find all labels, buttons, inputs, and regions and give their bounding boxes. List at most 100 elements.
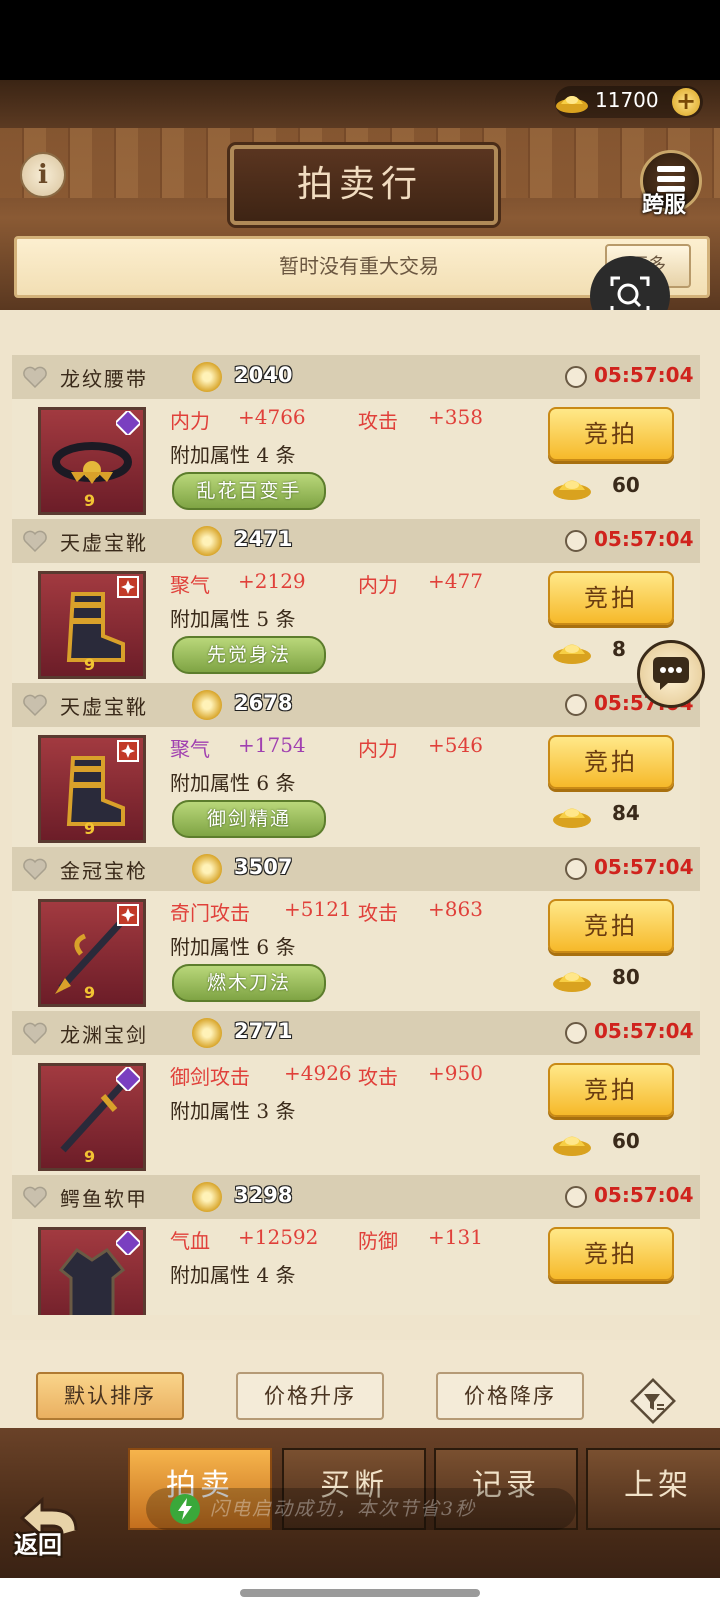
chat-bubble-icon: [653, 657, 689, 690]
clock-icon: [565, 366, 587, 388]
bid-cost: 60: [612, 473, 640, 497]
bid-cost: 60: [612, 1129, 640, 1153]
item-price: 2771: [234, 1019, 293, 1043]
item-header: 天虚宝靴 2678 05:57:04: [12, 683, 700, 727]
red-badge: [117, 576, 139, 598]
auction-item[interactable]: 天虚宝靴 2678 05:57:04 9 聚气 +1754 内力 +546 附加…: [12, 683, 700, 853]
stat1-value: +2129: [238, 569, 306, 593]
bid-button[interactable]: 竞拍: [548, 735, 674, 789]
item-price: 3507: [234, 855, 293, 879]
bid-button[interactable]: 竞拍: [548, 1063, 674, 1117]
gold-ingot-icon: [553, 972, 591, 992]
extra-attributes: 附加属性 6 条: [170, 771, 296, 795]
skill-tag[interactable]: 乱花百变手: [172, 472, 326, 510]
stat1-value: +5121: [284, 897, 352, 921]
item-body: 9 奇门攻击 +5121 攻击 +863 附加属性 6 条 燃木刀法 竞拍 80: [12, 891, 700, 1017]
clock-icon: [565, 530, 587, 552]
coin-icon: [192, 362, 222, 392]
gold-ingot-icon: [553, 644, 591, 664]
stat1-label: 聚气: [170, 573, 210, 597]
item-name: 龙纹腰带: [60, 367, 148, 391]
cross-server-label: 跨服: [642, 192, 687, 218]
skill-tag[interactable]: 先觉身法: [172, 636, 326, 674]
skill-tag[interactable]: 御剑精通: [172, 800, 326, 838]
stat2-label: 内力: [358, 573, 398, 597]
bid-button[interactable]: 竞拍: [548, 407, 674, 461]
add-gold-button[interactable]: +: [672, 88, 700, 116]
stat1-value: +4766: [238, 405, 306, 429]
item-name: 天虚宝靴: [60, 695, 148, 719]
stat1-label: 气血: [170, 1229, 210, 1253]
stat2-label: 防御: [358, 1229, 398, 1253]
auction-item[interactable]: 鳄鱼软甲 3298 05:57:04 气血 +12592 防御 +131 附加属…: [12, 1175, 700, 1315]
item-timer: 05:57:04: [594, 1183, 694, 1207]
auction-item[interactable]: 金冠宝枪 3507 05:57:04 9 奇门攻击 +5121 攻击 +863 …: [12, 847, 700, 1017]
page-title: 拍卖行: [296, 164, 423, 205]
stat2-label: 内力: [358, 737, 398, 761]
skill-tag[interactable]: 燃木刀法: [172, 964, 326, 1002]
bid-button[interactable]: 竞拍: [548, 899, 674, 953]
purple-badge: [116, 1231, 140, 1255]
extra-attributes: 附加属性 5 条: [170, 607, 296, 631]
item-header: 金冠宝枪 3507 05:57:04: [12, 847, 700, 891]
info-button[interactable]: i: [20, 152, 66, 198]
tab-list-item[interactable]: 上架: [586, 1448, 720, 1530]
item-price: 2471: [234, 527, 293, 551]
clock-icon: [565, 858, 587, 880]
stat2-label: 攻击: [358, 409, 398, 433]
stat2-value: +131: [428, 1225, 483, 1249]
auction-list[interactable]: 龙纹腰带 2040 05:57:04 9 内力 +4766 攻击 +358 附加…: [12, 355, 700, 1315]
chat-button[interactable]: [637, 640, 705, 708]
favorite-heart-icon[interactable]: [22, 1185, 48, 1209]
sort-price-asc-button[interactable]: 价格升序: [236, 1372, 384, 1420]
auction-item[interactable]: 龙纹腰带 2040 05:57:04 9 内力 +4766 攻击 +358 附加…: [12, 355, 700, 525]
favorite-heart-icon[interactable]: [22, 1021, 48, 1045]
toast-text: 闪电启动成功，本次节省3秒: [210, 1498, 477, 1520]
stat1-label: 聚气: [170, 737, 210, 761]
gold-ingot-icon: [553, 808, 591, 828]
stat1-label: 内力: [170, 409, 210, 433]
favorite-heart-icon[interactable]: [22, 693, 48, 717]
stat1-value: +4926: [284, 1061, 352, 1085]
red-badge: [117, 904, 139, 926]
extra-attributes: 附加属性 4 条: [170, 443, 296, 467]
gold-ingot-icon: [553, 1136, 591, 1156]
item-body: 气血 +12592 防御 +131 附加属性 4 条 竞拍: [12, 1219, 700, 1315]
item-name: 鳄鱼软甲: [60, 1187, 148, 1211]
purple-badge: [116, 1067, 140, 1091]
favorite-heart-icon[interactable]: [22, 857, 48, 881]
stat1-value: +12592: [238, 1225, 319, 1249]
seal-icon: 9: [84, 655, 96, 674]
auction-item[interactable]: 龙渊宝剑 2771 05:57:04 9 御剑攻击 +4926 攻击 +950 …: [12, 1011, 700, 1181]
seal-icon: 9: [84, 491, 96, 510]
back-label[interactable]: 返回: [14, 1525, 62, 1560]
item-body: 9 聚气 +2129 内力 +477 附加属性 5 条 先觉身法 竞拍 8: [12, 563, 700, 689]
seal-icon: 9: [84, 1147, 96, 1166]
auction-item[interactable]: 天虚宝靴 2471 05:57:04 9 聚气 +2129 内力 +477 附加…: [12, 519, 700, 689]
favorite-heart-icon[interactable]: [22, 529, 48, 553]
item-timer: 05:57:04: [594, 1019, 694, 1043]
gold-ingot-icon: [553, 480, 591, 500]
sort-price-desc-button[interactable]: 价格降序: [436, 1372, 584, 1420]
bid-button[interactable]: 竞拍: [548, 571, 674, 625]
stat1-value: +1754: [238, 733, 306, 757]
bid-cost: 84: [612, 801, 640, 825]
extra-attributes: 附加属性 3 条: [170, 1099, 296, 1123]
stat2-value: +477: [428, 569, 483, 593]
home-indicator[interactable]: [240, 1589, 480, 1597]
clock-icon: [565, 694, 587, 716]
item-header: 天虚宝靴 2471 05:57:04: [12, 519, 700, 563]
filter-icon[interactable]: [628, 1376, 678, 1426]
item-price: 2040: [234, 363, 293, 387]
stat2-label: 攻击: [358, 901, 398, 925]
sort-default-button[interactable]: 默认排序: [36, 1372, 184, 1420]
item-name: 天虚宝靴: [60, 531, 148, 555]
bid-button[interactable]: 竞拍: [548, 1227, 674, 1281]
coin-icon: [192, 526, 222, 556]
purple-badge: [116, 411, 140, 435]
lightning-icon: [170, 1494, 200, 1524]
clock-icon: [565, 1022, 587, 1044]
item-price: 3298: [234, 1183, 293, 1207]
stat2-label: 攻击: [358, 1065, 398, 1089]
favorite-heart-icon[interactable]: [22, 365, 48, 389]
